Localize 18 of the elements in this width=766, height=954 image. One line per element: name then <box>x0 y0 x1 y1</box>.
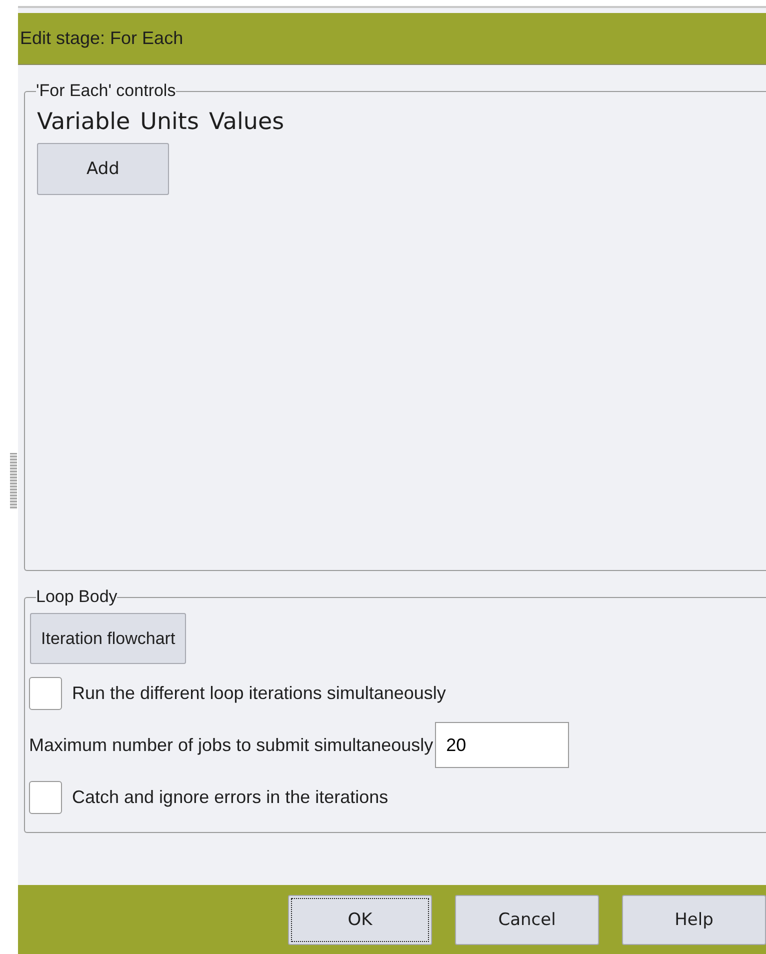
checkbox-label: Run the different loop iterations simultaneously <box>72 682 446 704</box>
jobs-input[interactable]: 20 <box>435 722 570 768</box>
checkbox[interactable] <box>29 780 62 814</box>
column-header: Variable <box>37 109 130 135</box>
dialog-button[interactable]: OK <box>288 894 432 944</box>
group-legend: 'For Each' controls <box>36 81 176 101</box>
group-legend: Loop Body <box>36 587 118 607</box>
flowchart-button[interactable]: Iteration flowchart <box>30 613 186 664</box>
resize-grip[interactable] <box>10 453 17 509</box>
dialog-button[interactable]: Help <box>622 894 766 944</box>
checkbox[interactable] <box>29 676 62 710</box>
column-header: Units <box>140 109 199 135</box>
add-button[interactable]: Add <box>37 143 169 195</box>
dialog-button[interactable]: Cancel <box>455 894 599 944</box>
column-header: Values <box>208 109 284 135</box>
window-title: Edit stage: For Each <box>20 28 184 49</box>
field-label: Maximum number of jobs to submit simultaneously <box>29 734 434 756</box>
checkbox-label: Catch and ignore errors in the iterations <box>72 786 388 808</box>
